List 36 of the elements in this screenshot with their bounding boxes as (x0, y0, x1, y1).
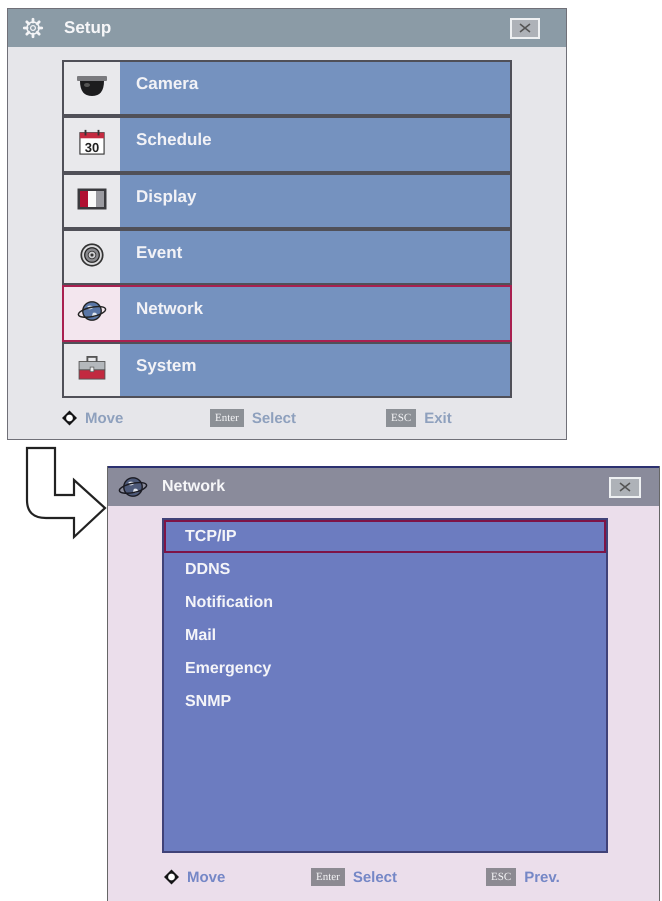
key-cap: ESC (386, 409, 416, 428)
close-button[interactable] (510, 18, 540, 38)
menu-item[interactable]: Emergency (164, 652, 606, 685)
menu-item[interactable]: TCP/IP (164, 520, 606, 553)
menu-item[interactable]: DDNS (164, 553, 606, 586)
toolbox-icon (77, 356, 107, 380)
window-title: Setup (64, 18, 112, 38)
hint-label: Move (187, 868, 226, 886)
direction-pad-icon (62, 410, 77, 426)
key-cap: Enter (311, 868, 345, 886)
menu-item[interactable]: SNMP (164, 685, 606, 718)
close-button[interactable] (609, 476, 641, 498)
close-icon (519, 23, 531, 33)
globe-icon (118, 475, 148, 499)
dome-camera-icon (77, 74, 107, 98)
hint-label: Exit (424, 410, 452, 427)
menu-item[interactable]: Notification (164, 586, 606, 619)
globe-icon (77, 299, 107, 324)
key-cap: ESC (486, 868, 516, 886)
menu-item[interactable]: Event (62, 228, 512, 286)
menu-item[interactable]: System (62, 342, 512, 398)
hint-label: Prev. (524, 868, 560, 886)
hint-label: Select (352, 868, 398, 886)
hint-label: Select (252, 410, 296, 427)
menu-item[interactable]: Camera (62, 60, 512, 116)
window-title: Network (162, 478, 226, 496)
menu-item[interactable]: Network (62, 285, 512, 342)
direction-pad-icon (164, 869, 179, 885)
menu-item[interactable]: Mail (164, 619, 606, 652)
key-cap: Enter (210, 409, 244, 428)
menu-item[interactable]: Display (62, 172, 512, 229)
hint-label: Move (85, 410, 124, 427)
close-icon (619, 482, 631, 492)
menu-item[interactable]: 30 Schedule (62, 116, 512, 173)
gear-icon (22, 17, 44, 39)
monitor-icon (77, 186, 107, 211)
